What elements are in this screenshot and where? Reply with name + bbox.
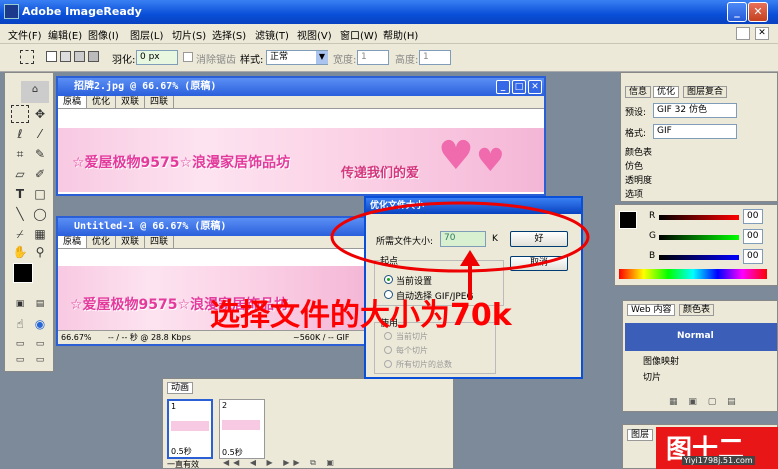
annotation-text: 选择文件的大小为70k [210,298,512,333]
annotation-overlay [330,201,590,300]
annotation-ellipse [330,201,590,273]
annotation-arrowhead [460,250,480,266]
watermark: Yiyi1798j.51.com [682,456,755,465]
